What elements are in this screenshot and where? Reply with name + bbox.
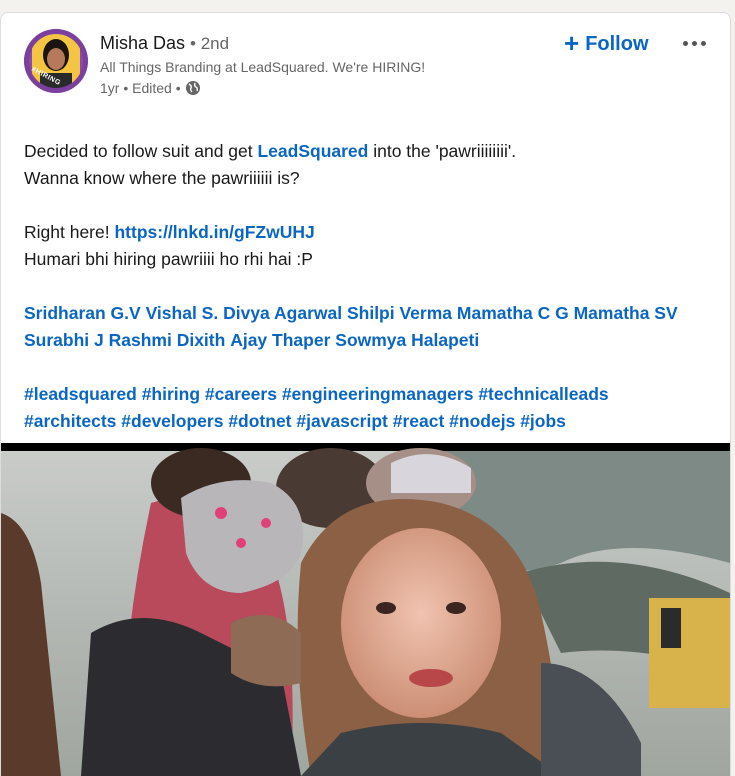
mention-link[interactable]: Sridharan G.V [24,303,141,323]
mentions-row-1: Sridharan G.V Vishal S. Divya Agarwal Sh… [24,300,714,327]
hashtag-link[interactable]: #developers [121,411,223,431]
mention-link[interactable]: Shilpi Verma [347,303,452,323]
mention-link[interactable]: Rashmi Dixith [109,330,226,350]
mention-link[interactable]: Ajay Thaper [230,330,330,350]
hashtag-link[interactable]: #javascript [296,411,387,431]
video-frame [1,448,730,776]
hashtag-link[interactable]: #react [393,411,445,431]
mentions-row-2: Surabhi J Rashmi Dixith Ajay Thaper Sowm… [24,327,714,354]
author-avatar[interactable]: #HIRING [24,29,88,93]
text-segment: into the 'pawriiiiiiii'. [368,141,517,161]
mention-link[interactable]: Vishal S. [146,303,219,323]
post-time: 1yr • Edited • [100,80,181,96]
author-name-row: Misha Das • 2nd [100,33,229,54]
hashtag-link[interactable]: #hiring [142,384,200,404]
post-video[interactable] [1,443,730,776]
post-card: #HIRING Misha Das • 2nd All Things Brand… [0,12,731,776]
mention-link[interactable]: Mamatha C G [457,303,569,323]
text-segment: Right here! [24,222,115,242]
hashtag-link[interactable]: #dotnet [228,411,291,431]
author-headline: All Things Branding at LeadSquared. We'r… [100,59,426,75]
connection-degree: • 2nd [190,34,230,53]
hashtag-link[interactable]: #careers [205,384,277,404]
hashtag-link[interactable]: #engineeringmanagers [282,384,474,404]
post-line-3: Right here! https://lnkd.in/gFZwUHJ [24,219,714,246]
follow-label: Follow [585,32,649,55]
follow-button[interactable]: + Follow [564,26,649,62]
hashtags-row-2: #architects #developers #dotnet #javascr… [24,408,714,435]
post-line-2: Wanna know where the pawriiiiii is? [24,168,300,188]
company-link[interactable]: LeadSquared [257,141,368,161]
mention-link[interactable]: Surabhi J [24,330,104,350]
mention-link[interactable]: Mamatha SV [574,303,678,323]
post-line-1: Decided to follow suit and get LeadSquar… [24,138,714,165]
short-url-link[interactable]: https://lnkd.in/gFZwUHJ [114,222,314,242]
hashtag-link[interactable]: #technicalleads [478,384,608,404]
hashtag-link[interactable]: #leadsquared [24,384,137,404]
hashtag-link[interactable]: #jobs [520,411,566,431]
globe-icon [185,81,200,95]
author-name[interactable]: Misha Das [100,33,185,53]
hashtag-link[interactable]: #nodejs [449,411,515,431]
text-segment: Decided to follow suit and get [24,141,258,161]
mention-link[interactable]: Sowmya Halapeti [335,330,479,350]
hashtag-link[interactable]: #architects [24,411,116,431]
plus-icon: + [564,28,580,58]
mention-link[interactable]: Divya Agarwal [223,303,342,323]
hashtags-row-1: #leadsquared #hiring #careers #engineeri… [24,381,714,408]
post-text: Decided to follow suit and get LeadSquar… [24,138,714,435]
post-meta: 1yr • Edited • [100,80,201,96]
more-options-icon[interactable] [677,25,711,61]
post-line-4: Humari bhi hiring pawriiii ho rhi hai :P [24,249,313,269]
